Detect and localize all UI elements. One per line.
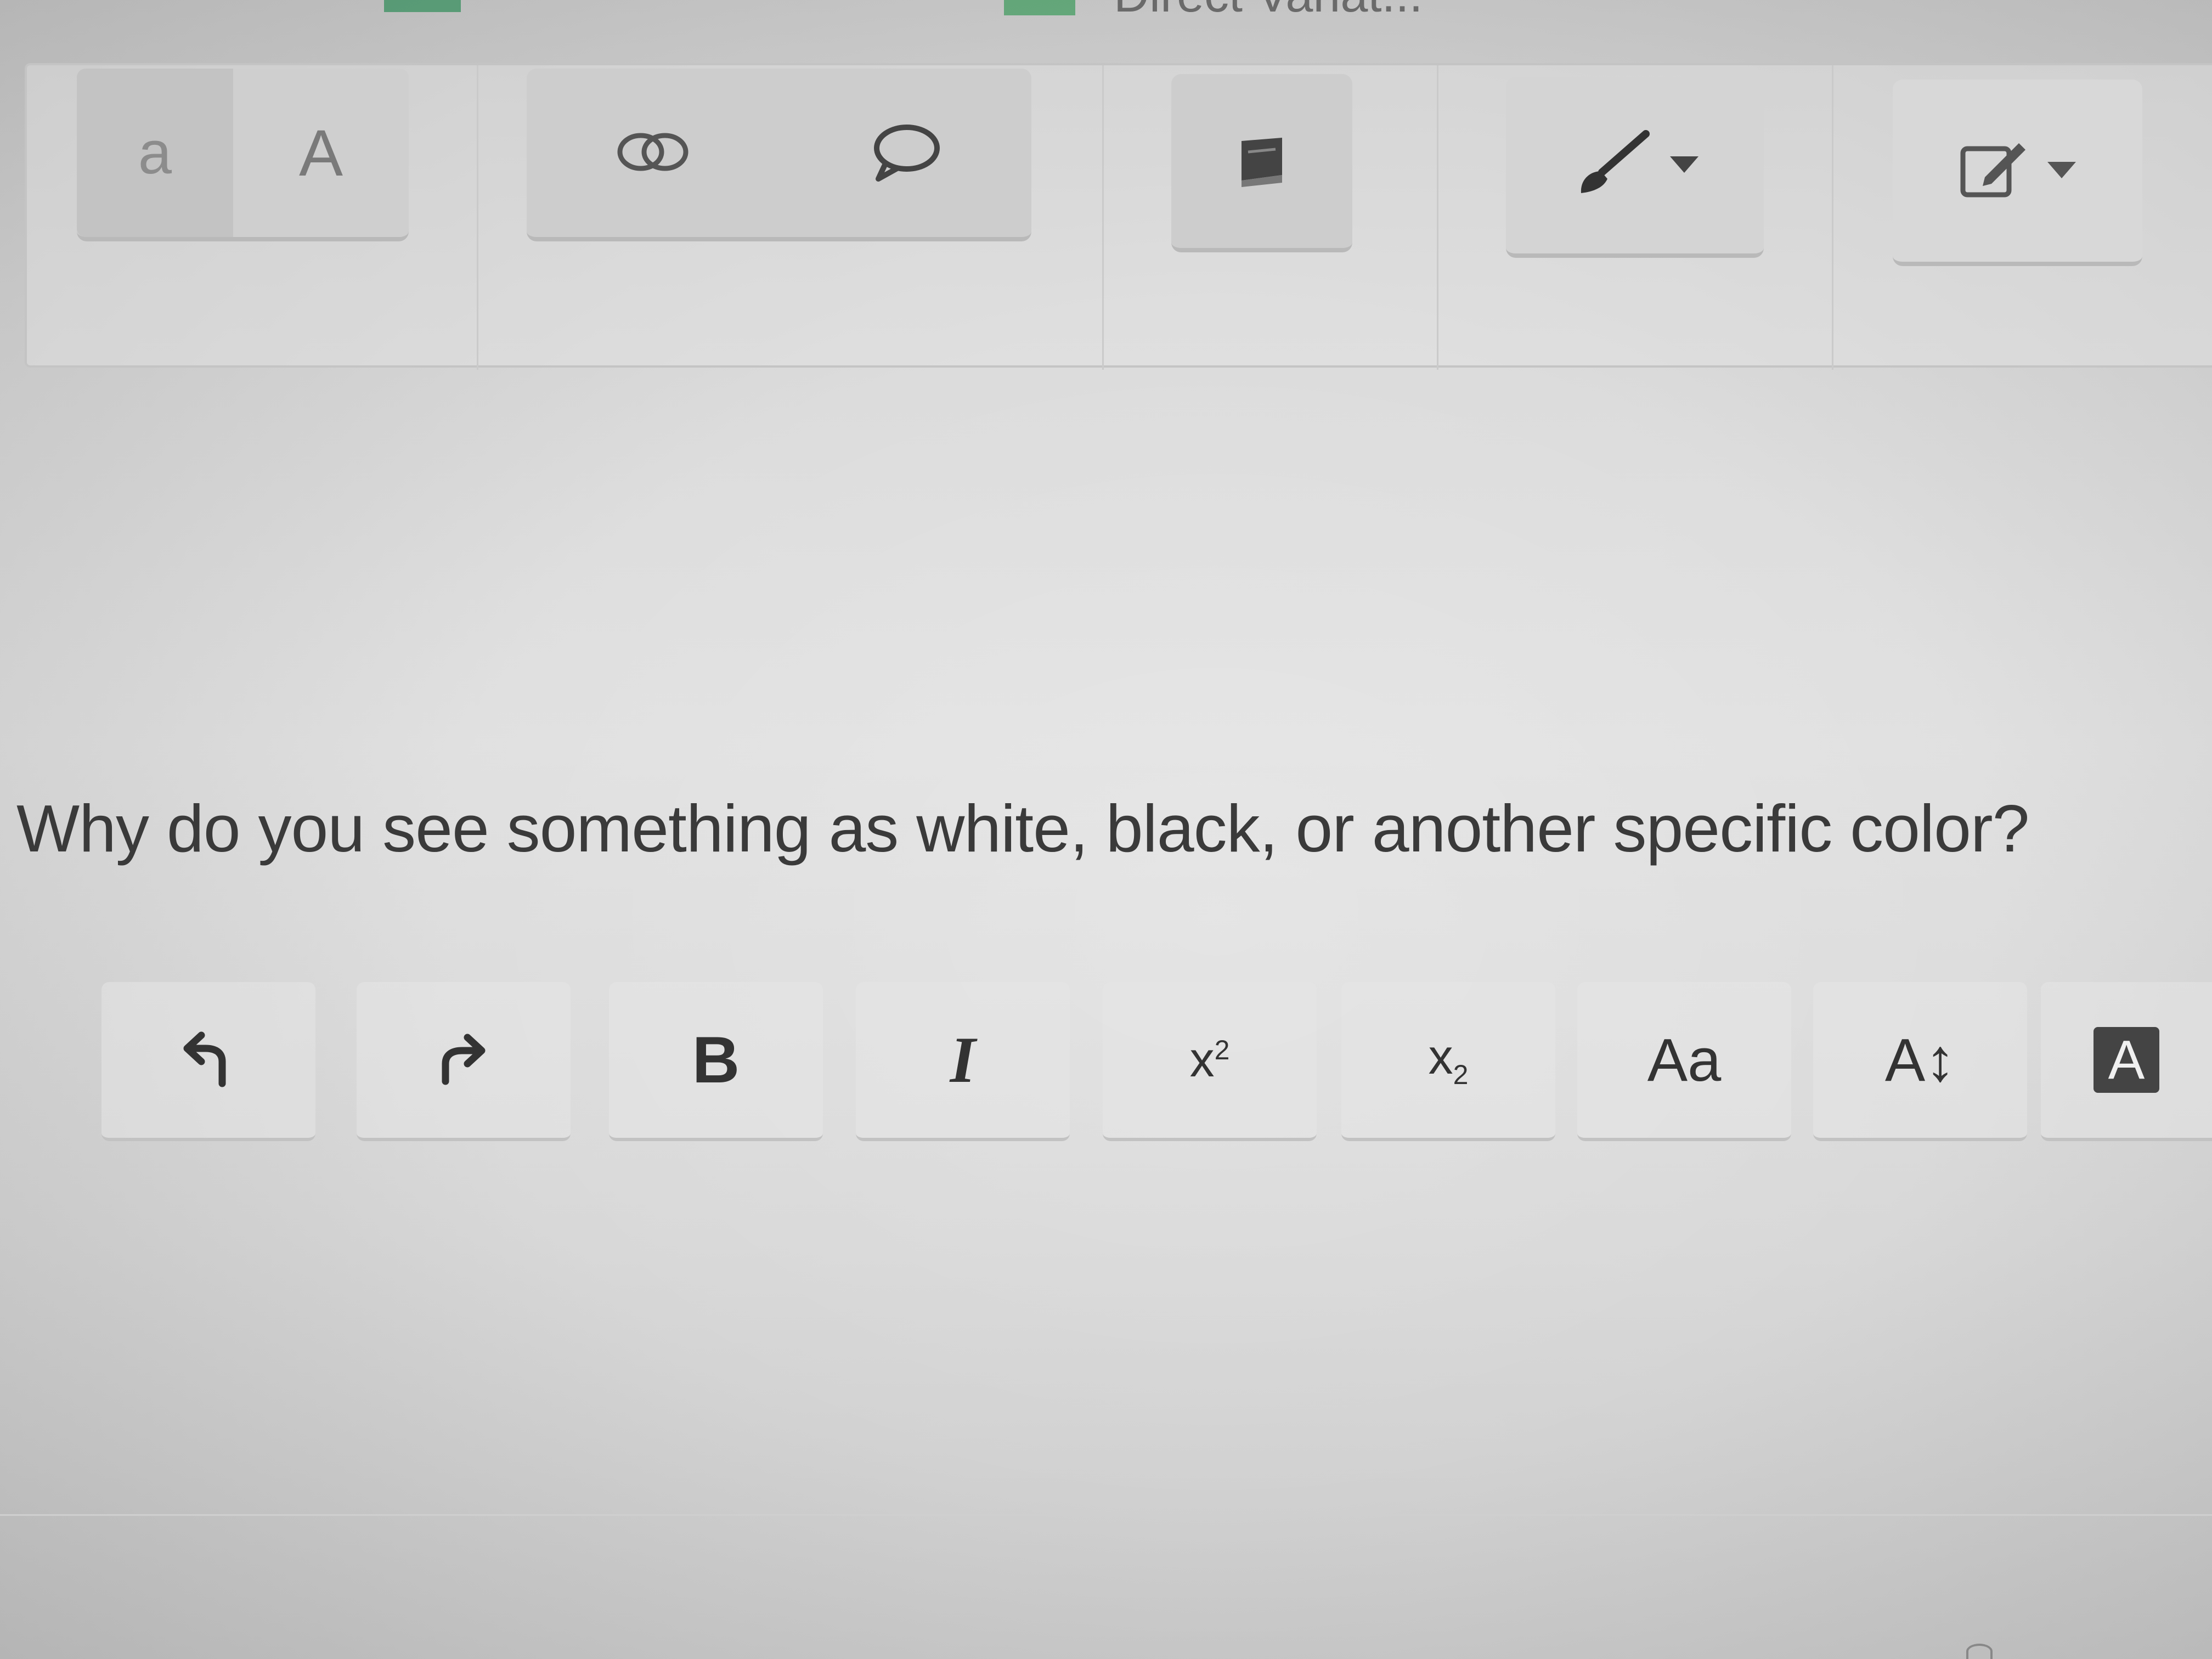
- link-comment-group: [527, 69, 1031, 241]
- comment-icon: [870, 122, 941, 184]
- caret-down-icon: [2045, 159, 2078, 183]
- page-title-cut: Direct Variat...: [1114, 0, 1423, 24]
- font-size-label: A↕: [1885, 1025, 1955, 1095]
- top-strip: Direct Variat...: [0, 0, 2212, 38]
- italic-label: I: [950, 1023, 976, 1096]
- toolbar-divider: [1102, 65, 1104, 370]
- editor-border: [0, 1514, 2212, 1516]
- link-button[interactable]: [527, 69, 779, 237]
- app-icon-green-2: [1004, 0, 1075, 15]
- superscript-exp: 2: [1214, 1034, 1230, 1065]
- book-button[interactable]: [1171, 74, 1352, 248]
- superscript-base: x: [1189, 1032, 1215, 1087]
- subscript-idx: 2: [1453, 1059, 1469, 1090]
- change-case-button[interactable]: Aa: [1577, 982, 1791, 1141]
- undo-icon: [178, 1029, 239, 1092]
- redo-icon: [433, 1029, 494, 1092]
- app-icon-green: [384, 0, 461, 12]
- highlight-button[interactable]: A: [2041, 982, 2212, 1141]
- bold-button[interactable]: B: [609, 982, 823, 1141]
- link-icon: [614, 127, 691, 179]
- superscript-button[interactable]: x2: [1103, 982, 1317, 1141]
- edit-icon: [1957, 137, 2029, 205]
- brush-icon: [1569, 128, 1651, 202]
- comment-button[interactable]: [779, 69, 1031, 237]
- brush-dropdown-button[interactable]: [1506, 77, 1764, 253]
- lowercase-button[interactable]: a: [77, 69, 233, 237]
- brush-group: [1506, 77, 1764, 258]
- case-toggle-group: a A: [77, 69, 409, 241]
- subscript-base: x: [1428, 1030, 1453, 1085]
- italic-button[interactable]: I: [856, 982, 1070, 1141]
- toolbar-divider: [1832, 65, 1833, 370]
- edit-group: [1893, 80, 2142, 266]
- superscript-label: x2: [1190, 1032, 1230, 1088]
- uppercase-button[interactable]: A: [233, 69, 409, 237]
- undo-button[interactable]: [101, 982, 315, 1141]
- font-size-arrow: ↕: [1925, 1026, 1956, 1094]
- book-group: [1171, 74, 1352, 252]
- change-case-label: Aa: [1647, 1026, 1722, 1094]
- font-size-button[interactable]: A↕: [1813, 982, 2027, 1141]
- format-toolbar: B I x2 x2 Aa A↕ A: [0, 982, 2212, 1158]
- subscript-button[interactable]: x2: [1341, 982, 1555, 1141]
- book-icon: [1232, 130, 1292, 193]
- highlight-label: A: [2094, 1027, 2159, 1093]
- font-size-letter: A: [1884, 1026, 1926, 1094]
- caret-down-icon: [1668, 153, 1701, 177]
- toolbar-divider: [1437, 65, 1438, 370]
- edit-dropdown-button[interactable]: [1893, 80, 2142, 262]
- redo-button[interactable]: [357, 982, 571, 1141]
- question-text: Why do you see something as white, black…: [16, 791, 2029, 866]
- bold-label: B: [692, 1023, 740, 1097]
- partial-icon: [1966, 1644, 1993, 1659]
- subscript-label: x2: [1429, 1029, 1469, 1091]
- toolbar-divider: [477, 65, 478, 370]
